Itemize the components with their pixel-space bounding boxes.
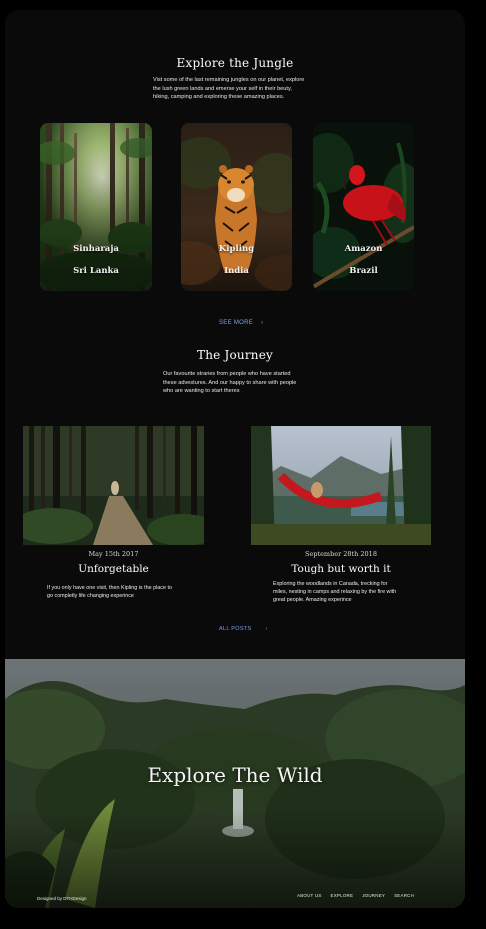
destination-card-kipling[interactable]: Kipling India: [181, 123, 292, 291]
card-country: India: [224, 266, 249, 276]
post-excerpt-line: Exploring the woodlands in Canada, treck…: [273, 581, 388, 587]
journey-intro-line: these advestures. And our happy to share…: [163, 379, 297, 386]
footer-nav-explore[interactable]: EXPLORE: [331, 893, 354, 898]
journey-intro-line: who are wanting to start theres: [163, 388, 240, 395]
card-name: Sinharaja: [73, 244, 119, 254]
post-excerpt: Exploring the woodlands in Canada, treck…: [273, 580, 433, 604]
journey-section-title: The Journey: [197, 348, 273, 362]
post-title[interactable]: Unforgetable: [23, 563, 204, 575]
see-more-label: SEE MORE: [219, 320, 254, 326]
all-posts-link[interactable]: ALL POSTS ›: [219, 626, 268, 632]
footer-credit: Designed by DTHDesign: [37, 896, 87, 901]
footer-nav-about-us[interactable]: ABOUT US: [297, 893, 322, 898]
footer-nav-journey[interactable]: JOURNEY: [362, 893, 385, 898]
post-excerpt-line: go completly life changing experince: [47, 593, 134, 599]
journey-intro: Our favourite straries from people who h…: [163, 370, 333, 396]
card-country: Sri Lanka: [73, 266, 119, 276]
footer-nav: ABOUT US EXPLORE JOURNEY SEARCH: [297, 893, 414, 898]
page-frame: Explore the Jungle Vist some of the last…: [5, 10, 465, 908]
post-image-forest-path[interactable]: [23, 426, 204, 545]
destination-card-sinharaja[interactable]: Sinharaja Sri Lanka: [40, 123, 152, 291]
post-date: May 15th 2017: [88, 550, 139, 558]
arrow-right-icon: ›: [261, 320, 264, 326]
jungle-section-title: Explore the Jungle: [176, 56, 294, 70]
post-excerpt-line: miles, nesting in camps and relaxing by …: [273, 589, 397, 595]
card-country: Brazil: [349, 266, 378, 276]
card-name: Amazon: [344, 244, 383, 254]
journey-intro-line: Our favourite straries from people who h…: [163, 371, 291, 377]
post-excerpt: If you only have one visit, then Kipling…: [47, 584, 207, 600]
post-title[interactable]: Tough but worth it: [251, 563, 431, 575]
post-image-hammock[interactable]: [251, 426, 431, 545]
hero-banner: Explore The Wild Designed by DTHDesign A…: [5, 659, 465, 908]
all-posts-label: ALL POSTS: [219, 626, 252, 632]
hero-title: Explore The Wild: [147, 763, 323, 787]
jungle-intro: Vist some of the last remaining jungles …: [153, 76, 353, 102]
see-more-link[interactable]: SEE MORE ›: [219, 320, 263, 326]
post-date: September 28th 2018: [305, 550, 377, 558]
destination-card-amazon[interactable]: Amazon Brazil: [313, 123, 414, 291]
post-excerpt-line: If you only have one visit, then Kipling…: [47, 585, 172, 591]
arrow-right-icon: ›: [265, 626, 268, 632]
footer-nav-search[interactable]: SEARCH: [394, 893, 414, 898]
jungle-intro-line: the lush green lands and emerse your sel…: [153, 85, 292, 92]
card-name: Kipling: [218, 244, 255, 254]
jungle-intro-line: Vist some of the last remaining jungles …: [153, 77, 305, 83]
jungle-intro-line: hiking, camping and exploring these amaz…: [153, 94, 285, 101]
post-excerpt-line: great people. Amazing experince: [273, 597, 352, 603]
